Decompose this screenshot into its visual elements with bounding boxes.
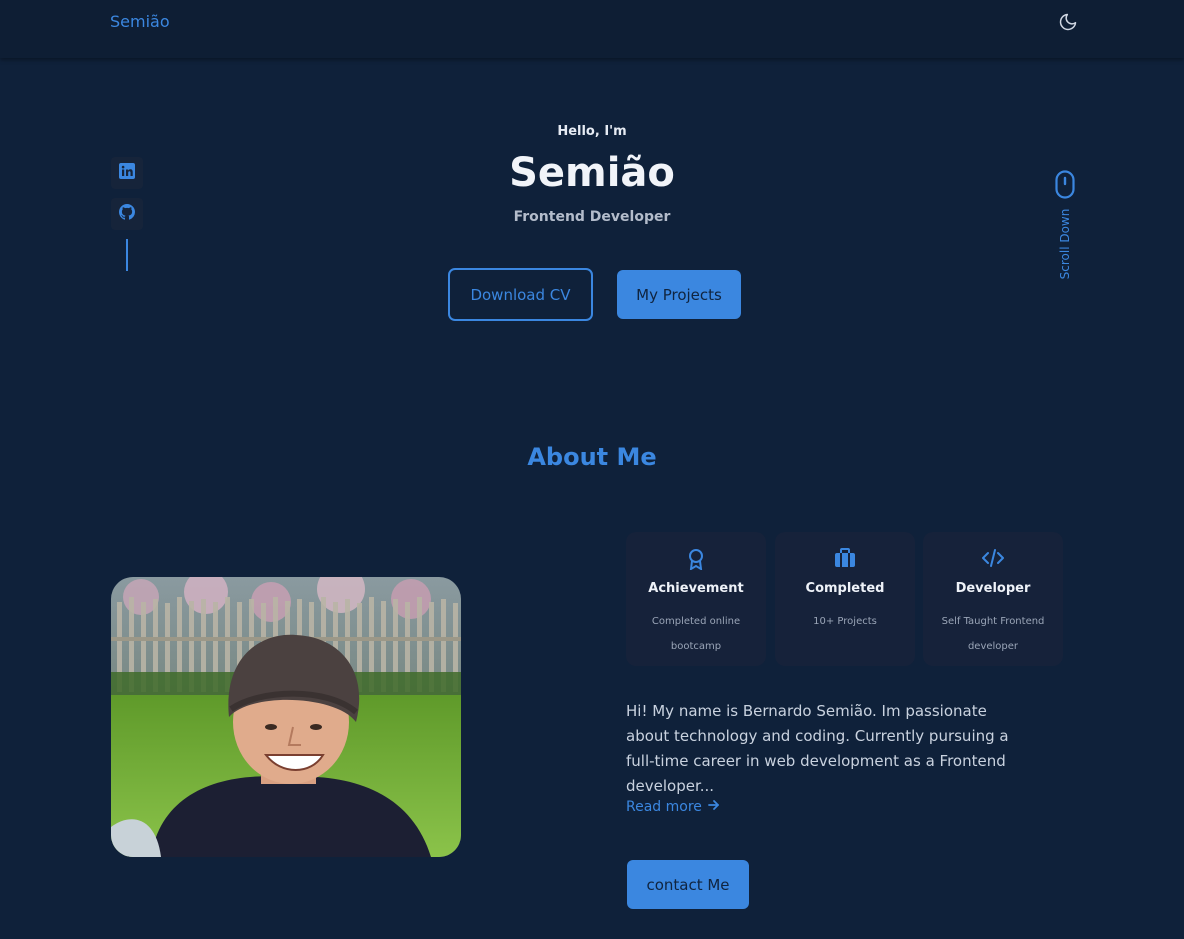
- brand-logo-link[interactable]: Semião: [110, 12, 170, 31]
- my-projects-button[interactable]: My Projects: [617, 270, 741, 319]
- mouse-icon: [1055, 170, 1075, 204]
- top-navbar: Semião: [0, 0, 1184, 58]
- developer-card: Developer Self Taught Frontend developer: [923, 532, 1063, 666]
- card-subtitle: 10+ Projects: [813, 616, 877, 627]
- about-section-title: About Me: [527, 443, 657, 471]
- card-title: Completed: [805, 581, 885, 596]
- award-icon: [626, 548, 766, 570]
- social-divider-line: [126, 239, 128, 271]
- achievement-card: Achievement Completed online bootcamp: [626, 532, 766, 666]
- profile-photo: [111, 577, 461, 857]
- read-more-link[interactable]: Read more: [626, 799, 720, 815]
- scroll-down-link[interactable]: Scroll Down: [1050, 170, 1080, 290]
- code-icon: [923, 548, 1063, 570]
- briefcase-icon: [775, 548, 915, 570]
- hero-role: Frontend Developer: [513, 209, 671, 225]
- about-bio: Hi! My name is Bernardo Semião. Im passi…: [626, 702, 1009, 795]
- moon-icon[interactable]: [1058, 12, 1078, 32]
- card-title: Developer: [955, 581, 1031, 596]
- hero-greeting: Hello, I'm: [557, 124, 627, 139]
- hero-name: Semião: [509, 150, 675, 196]
- card-subtitle: Completed online bootcamp: [651, 616, 741, 652]
- read-more-label: Read more: [626, 799, 702, 815]
- contact-me-button[interactable]: contact Me: [627, 860, 749, 909]
- arrow-right-icon: [708, 799, 720, 815]
- download-cv-button[interactable]: Download CV: [448, 268, 593, 321]
- card-subtitle: Self Taught Frontend developer: [941, 616, 1045, 652]
- card-title: Achievement: [648, 581, 744, 596]
- completed-card: Completed 10+ Projects: [775, 532, 915, 666]
- scroll-down-label: Scroll Down: [1058, 208, 1072, 280]
